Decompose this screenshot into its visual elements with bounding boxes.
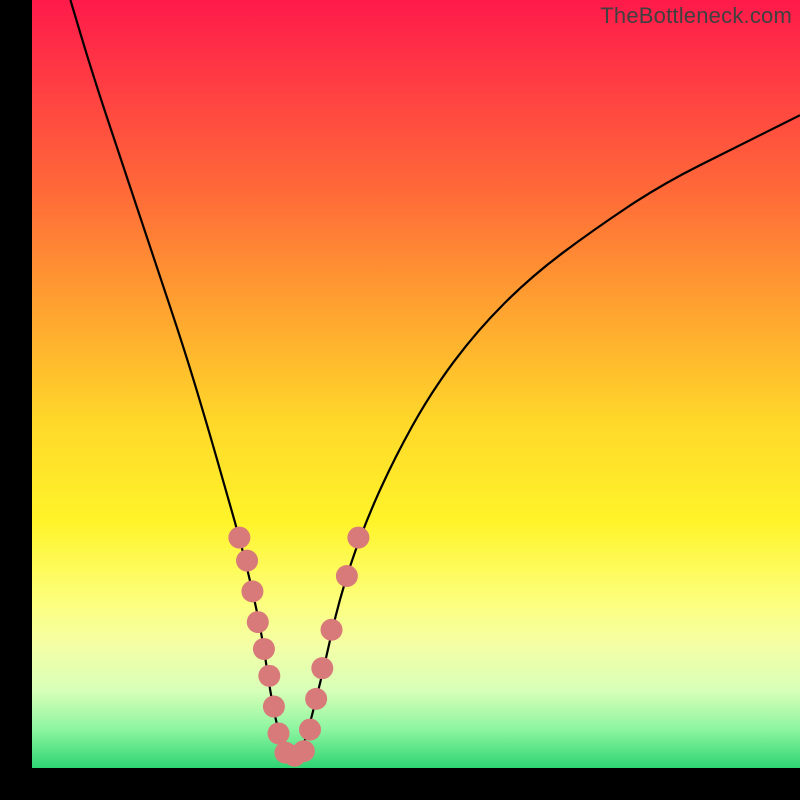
bottom-axis-bar bbox=[0, 768, 800, 800]
data-marker bbox=[247, 611, 269, 633]
bottleneck-curve bbox=[70, 0, 800, 756]
left-axis-bar bbox=[0, 0, 32, 768]
data-marker bbox=[258, 665, 280, 687]
data-marker bbox=[263, 696, 285, 718]
watermark-text: TheBottleneck.com bbox=[600, 3, 792, 29]
data-marker bbox=[305, 688, 327, 710]
data-marker bbox=[236, 550, 258, 572]
data-marker bbox=[253, 638, 275, 660]
data-marker bbox=[293, 740, 315, 762]
marker-group bbox=[228, 527, 369, 767]
data-marker bbox=[336, 565, 358, 587]
data-marker bbox=[268, 722, 290, 744]
bottleneck-chart bbox=[32, 0, 800, 768]
data-marker bbox=[228, 527, 250, 549]
data-marker bbox=[347, 527, 369, 549]
data-marker bbox=[311, 657, 333, 679]
data-marker bbox=[241, 580, 263, 602]
data-marker bbox=[299, 719, 321, 741]
data-marker bbox=[321, 619, 343, 641]
